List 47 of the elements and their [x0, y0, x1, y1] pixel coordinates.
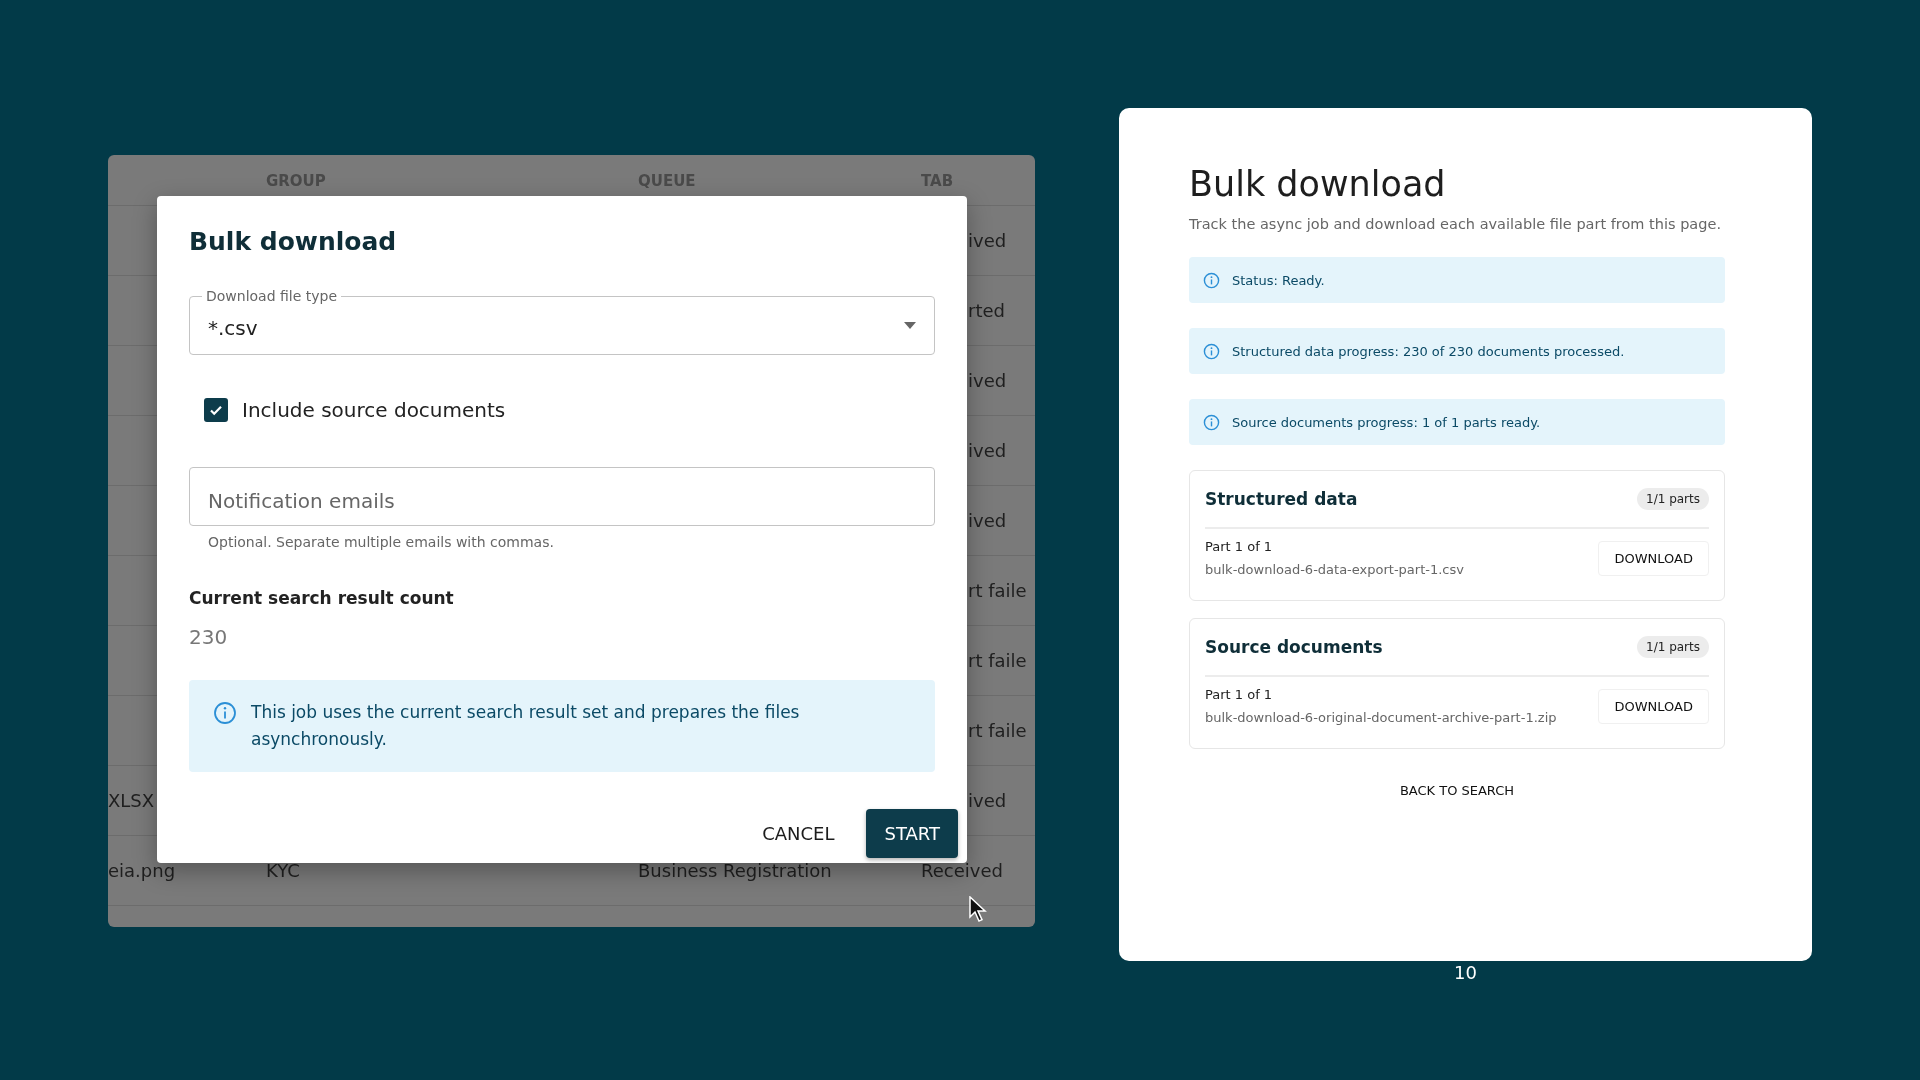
info-icon	[1203, 271, 1220, 289]
part-label: Part 1 of 1	[1205, 539, 1274, 554]
table-cell: rt faile	[968, 720, 1027, 741]
file-name: bulk-download-6-data-export-part-1.csv	[1205, 562, 1464, 577]
card-title: Source documents	[1205, 637, 1383, 657]
checkbox[interactable]	[204, 398, 228, 422]
alert-text: Status: Ready.	[1232, 272, 1325, 288]
checkbox-label: Include source documents	[242, 398, 506, 422]
count-label: Current search result count	[189, 587, 455, 609]
helper-text: Optional. Separate multiple emails with commas.	[208, 533, 555, 551]
download-button[interactable]: DOWNLOAD	[1598, 688, 1709, 724]
info-icon	[1203, 342, 1220, 360]
page-subtitle: Track the async job and download each available file part from this page.	[1189, 216, 1721, 232]
back-link[interactable]: BACK TO SEARCH	[1393, 779, 1521, 802]
table-cell: ived	[968, 370, 1007, 391]
info-text: This job uses the current search result set and prepares the files asynchronously.	[251, 701, 801, 751]
table-cell: Received	[921, 860, 1003, 881]
dialog-title: Bulk download	[189, 226, 398, 258]
card-title: Structured data	[1205, 489, 1358, 509]
page-title: Bulk download	[1189, 164, 1447, 204]
table-cell: eia.png	[108, 860, 176, 881]
part-label: Part 1 of 1	[1205, 687, 1274, 702]
alert-text: Structured data progress: 230 of 230 documents processed.	[1232, 343, 1625, 359]
cancel-button[interactable]: CANCEL	[744, 809, 853, 858]
info-icon	[213, 701, 237, 725]
table-cell: KYC	[266, 860, 300, 881]
download-button[interactable]: DOWNLOAD	[1598, 540, 1709, 576]
caret-icon	[904, 322, 916, 329]
file-name: bulk-download-6-original-document-archive-part-1.zip	[1205, 710, 1557, 725]
start-button[interactable]: START	[866, 809, 958, 858]
table-cell: ived	[968, 510, 1007, 531]
table-cell: rt faile	[968, 650, 1027, 671]
info-icon	[1203, 413, 1220, 431]
page-number: 10	[1454, 962, 1477, 983]
table-cell: ived	[968, 230, 1007, 251]
table-cell: XLSX	[108, 790, 155, 811]
parts-badge: 1/1 parts	[1637, 636, 1709, 658]
email-field[interactable]: Notification emails	[189, 467, 935, 526]
table-cell: ived	[968, 790, 1007, 811]
table-cell: Business Registration	[638, 860, 832, 881]
table-cell: rted	[968, 300, 1005, 321]
alert-text: Source documents progress: 1 of 1 parts ready.	[1232, 414, 1541, 430]
table-cell: ived	[968, 440, 1007, 461]
parts-badge: 1/1 parts	[1637, 488, 1709, 510]
count-value: 230	[189, 624, 229, 650]
table-cell: rt faile	[968, 580, 1027, 601]
cursor-icon	[969, 896, 987, 922]
